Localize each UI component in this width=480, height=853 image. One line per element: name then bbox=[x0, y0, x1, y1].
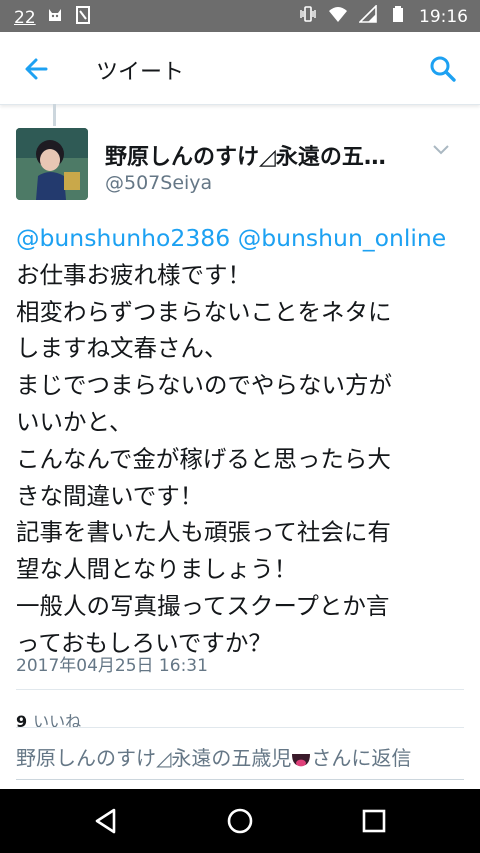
app-bar: ツイート bbox=[0, 32, 480, 105]
notification-count: 22 bbox=[14, 7, 36, 28]
chevron-down-icon bbox=[433, 145, 449, 155]
mentions-line: @bunshunho2386 @bunshun_online bbox=[16, 220, 471, 257]
tweet-text: @bunshunho2386 @bunshun_online お仕事お疲れ様です… bbox=[16, 220, 471, 662]
vibrate-icon bbox=[299, 5, 317, 28]
navigation-bar bbox=[0, 789, 480, 853]
tweet-line: 一般人の写真撮ってスクープとか言 bbox=[16, 591, 390, 620]
likes-label: いいね bbox=[33, 712, 82, 731]
avatar[interactable] bbox=[16, 128, 88, 200]
likes-count: 9 bbox=[16, 712, 28, 731]
tweet-line: こんなんで金が稼げると思ったら大 bbox=[16, 444, 391, 473]
thread-connector bbox=[53, 104, 56, 126]
battery-icon bbox=[389, 5, 407, 28]
tweet-line: 相変わらずつまらないことをネタに bbox=[16, 297, 392, 326]
search-icon bbox=[430, 56, 456, 82]
reply-input[interactable]: 野原しんのすけ◿永遠の五歳児 さんに返信 bbox=[16, 741, 464, 780]
signal-icon bbox=[359, 5, 377, 28]
back-triangle-icon bbox=[95, 808, 116, 834]
tweet-line: 望な人間となりましょう！ bbox=[16, 555, 298, 584]
home-circle-icon bbox=[227, 808, 253, 834]
clock: 19:16 bbox=[419, 6, 468, 27]
likes-stat[interactable]: 9 いいね bbox=[16, 708, 81, 732]
tweet-line: きな間違いです！ bbox=[16, 481, 204, 510]
tweet-line: お仕事お疲れ様です！ bbox=[16, 260, 251, 289]
back-button[interactable] bbox=[22, 54, 52, 84]
wifi-icon bbox=[329, 5, 347, 28]
divider bbox=[16, 727, 464, 728]
reply-suffix: さんに返信 bbox=[311, 746, 412, 770]
document-icon bbox=[74, 6, 92, 29]
author-handle[interactable]: @507Seiya bbox=[105, 172, 212, 194]
search-button[interactable] bbox=[428, 54, 458, 84]
page-title: ツイート bbox=[96, 60, 185, 85]
tweet-menu-button[interactable] bbox=[432, 142, 450, 156]
tweet-line: しますね文春さん、 bbox=[16, 334, 228, 363]
tweet-line: いいかと、 bbox=[16, 407, 133, 436]
divider bbox=[16, 689, 464, 690]
tweet-line: 記事を書いた人も頑張って社会に有 bbox=[16, 518, 391, 547]
author-name[interactable]: 野原しんのすけ◿永遠の五… bbox=[105, 139, 415, 171]
mention-link[interactable]: @bunshunho2386 bbox=[16, 224, 230, 252]
status-bar: 22 19:16 bbox=[0, 0, 480, 32]
nav-home-button[interactable] bbox=[226, 807, 254, 835]
recents-square-icon bbox=[362, 809, 386, 833]
mention-link[interactable]: @bunshun_online bbox=[238, 224, 447, 252]
tweet-line: まじでつまらないのでやらない方が bbox=[16, 371, 392, 400]
nav-recents-button[interactable] bbox=[360, 807, 388, 835]
reply-prefix: 野原しんのすけ◿永遠の五歳児 bbox=[16, 746, 292, 770]
nav-back-button[interactable] bbox=[92, 807, 120, 835]
tweet-timestamp: 2017年04月25日 16:31 bbox=[16, 656, 208, 676]
arrow-left-icon bbox=[25, 58, 48, 80]
tongue-emoji-icon bbox=[291, 746, 311, 770]
cat-icon bbox=[46, 6, 64, 29]
avatar-image bbox=[16, 128, 88, 200]
